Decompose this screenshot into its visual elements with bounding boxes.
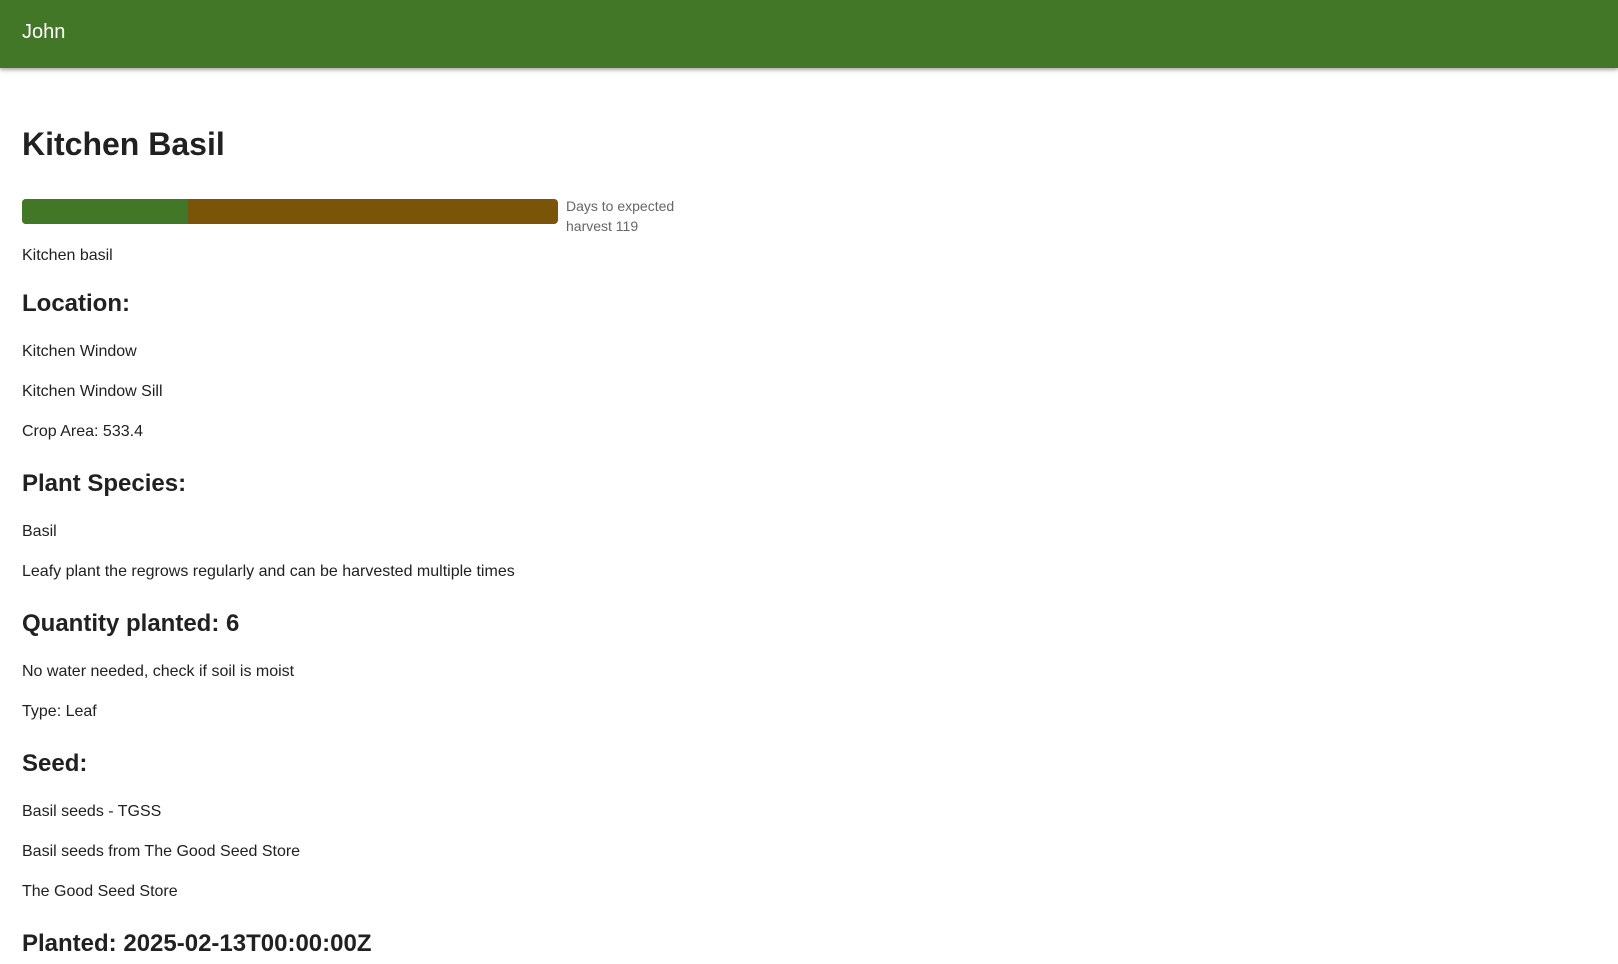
- sub-location-name: Kitchen Window Sill: [22, 383, 163, 400]
- species-name: Basil: [22, 523, 57, 540]
- crop-area: Crop Area: 533.4: [22, 423, 143, 440]
- seed-store: The Good Seed Store: [22, 883, 178, 900]
- harvest-progress-fill: [22, 199, 189, 224]
- location-heading: Location:: [22, 290, 130, 317]
- app-header: John: [0, 0, 1618, 68]
- seed-name: Basil seeds - TGSS: [22, 803, 162, 820]
- seed-description: Basil seeds from The Good Seed Store: [22, 843, 301, 860]
- plant-type: Type: Leaf: [22, 703, 97, 720]
- page-title: Kitchen Basil: [22, 126, 225, 162]
- plant-species-heading: Plant Species:: [22, 470, 187, 497]
- crop-description: Kitchen basil: [22, 247, 113, 264]
- harvest-progress-bar: [22, 199, 558, 224]
- seed-heading: Seed:: [22, 750, 88, 777]
- planted-heading: Planted: 2025-02-13T00:00:00Z: [22, 930, 372, 957]
- quantity-heading: Quantity planted: 6: [22, 610, 240, 637]
- water-note: No water needed, check if soil is moist: [22, 663, 295, 680]
- harvest-progress-caption: Days to expected harvest 119: [566, 198, 675, 234]
- location-name: Kitchen Window: [22, 343, 137, 360]
- user-name[interactable]: John: [22, 21, 65, 44]
- species-description: Leafy plant the regrows regularly and ca…: [22, 563, 515, 580]
- harvest-progress: Days to expected harvest 119: [22, 196, 696, 236]
